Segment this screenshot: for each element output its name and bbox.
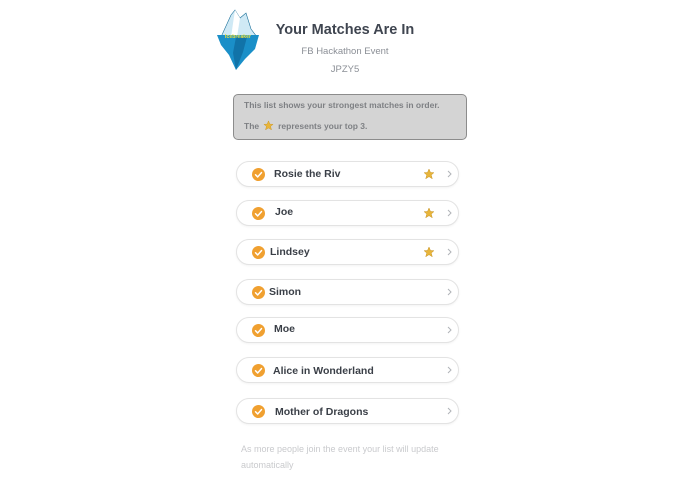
check-circle-icon: [252, 207, 265, 220]
match-item[interactable]: Joe: [236, 200, 459, 226]
chevron-right-icon: [447, 407, 452, 415]
check-circle-icon: [252, 324, 265, 337]
match-item[interactable]: Moe: [236, 317, 459, 343]
match-item[interactable]: Rosie the Riv: [236, 161, 459, 187]
chevron-right-icon: [447, 170, 452, 178]
info-text-line1: This list shows your strongest matches i…: [244, 100, 440, 110]
match-item[interactable]: Simon: [236, 279, 459, 305]
chevron-right-icon: [447, 288, 452, 296]
page-header: Your Matches Are In FB Hackathon Event J…: [265, 22, 425, 75]
check-circle-icon: [252, 168, 265, 181]
match-item[interactable]: Mother of Dragons: [236, 398, 459, 424]
match-name: Joe: [275, 206, 294, 218]
chevron-right-icon: [447, 326, 452, 334]
logo-text: Icebreaker: [224, 34, 252, 40]
match-item[interactable]: Lindsey: [236, 239, 459, 265]
chevron-right-icon: [447, 366, 452, 374]
footer-note: As more people join the event your list …: [241, 444, 439, 470]
event-name: FB Hackathon Event: [301, 46, 389, 57]
check-circle-icon: [252, 246, 265, 259]
info-text-before: The: [244, 120, 260, 131]
check-circle-icon: [252, 405, 265, 418]
page-title: Your Matches Are In: [275, 22, 415, 38]
info-text-line2: The represents your top 3.: [244, 120, 367, 131]
match-name: Mother of Dragons: [275, 406, 369, 418]
check-circle-icon: [252, 286, 265, 299]
match-name: Rosie the Riv: [274, 168, 341, 180]
match-name: Lindsey: [270, 246, 310, 258]
chevron-right-icon: [447, 209, 452, 217]
match-name: Simon: [269, 286, 302, 298]
info-text-after: represents your top 3.: [278, 120, 368, 131]
star-icon: [423, 207, 435, 219]
match-item[interactable]: Alice in Wonderland: [236, 357, 459, 383]
star-icon: [423, 168, 435, 180]
star-icon: [423, 246, 435, 258]
event-code: JPZY5: [330, 64, 360, 75]
check-circle-icon: [252, 364, 265, 377]
star-icon: [263, 120, 274, 131]
chevron-right-icon: [447, 248, 452, 256]
iceberg-logo: Icebreaker: [217, 7, 259, 71]
match-name: Moe: [274, 323, 295, 335]
match-name: Alice in Wonderland: [273, 365, 374, 377]
info-box: This list shows your strongest matches i…: [233, 94, 467, 140]
